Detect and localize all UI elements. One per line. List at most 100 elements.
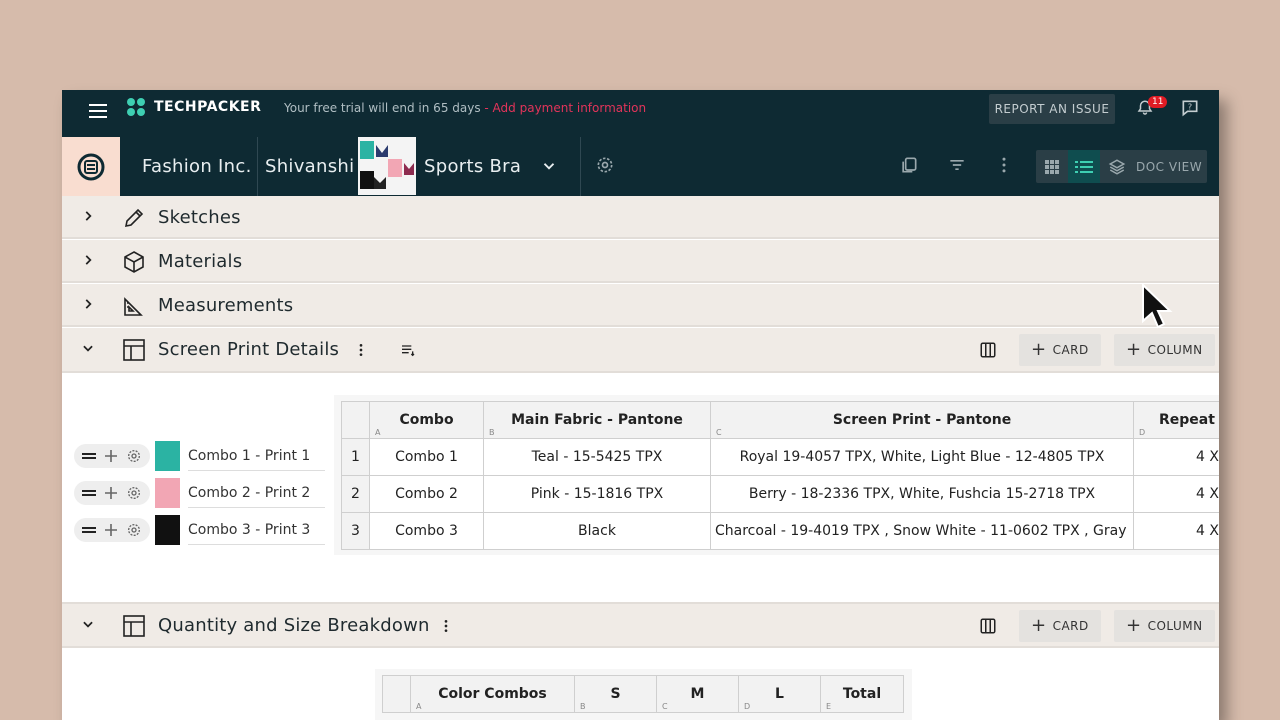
combo-swatch[interactable]	[155, 441, 180, 471]
combo-swatch[interactable]	[155, 478, 180, 508]
column-header[interactable]: Combo A	[369, 401, 484, 439]
table-cell[interactable]: 4 X	[1133, 438, 1219, 476]
add-icon[interactable]	[104, 450, 117, 462]
home-button[interactable]	[62, 137, 120, 196]
section-measurements[interactable]: Measurements	[62, 284, 1219, 327]
combo-label[interactable]: Combo 2 - Print 2	[188, 478, 325, 508]
corner-cell	[341, 401, 370, 439]
add-column-button[interactable]: + COLUMN	[1114, 610, 1215, 642]
quantity-grid-container: Color Combos A SB MC LD Total E	[375, 669, 912, 720]
layers-icon	[1108, 158, 1126, 175]
plus-icon: +	[1126, 615, 1142, 636]
app-window: TECHPACKER Your free trial will end in 6…	[62, 90, 1219, 720]
combo-tools	[74, 481, 150, 505]
copy-icon[interactable]	[899, 155, 919, 175]
grid-icon	[1045, 159, 1059, 174]
more-options-icon[interactable]	[438, 618, 454, 634]
gear-icon[interactable]	[126, 448, 142, 464]
columns-icon[interactable]	[979, 341, 997, 359]
combo-list-item[interactable]: Combo 2 - Print 2	[74, 478, 325, 508]
row-number[interactable]: 2	[341, 475, 370, 513]
chevron-down-icon[interactable]	[81, 341, 95, 355]
grid-view-button[interactable]	[1036, 150, 1068, 183]
combo-list-item[interactable]: Combo 1 - Print 1	[74, 441, 325, 471]
breadcrumb-bar: Fashion Inc. Shivanshi Sports Bra DOC VI…	[62, 137, 1219, 196]
section-materials[interactable]: Materials	[62, 240, 1219, 283]
table-cell[interactable]: Teal - 15-5425 TPX	[483, 438, 711, 476]
combo-list-item[interactable]: Combo 3 - Print 3	[74, 515, 325, 545]
breadcrumb-user[interactable]: Shivanshi	[265, 137, 354, 196]
row-number[interactable]: 1	[341, 438, 370, 476]
column-header-label: Repeat T	[1159, 412, 1219, 428]
column-header[interactable]: Main Fabric - Pantone B	[483, 401, 711, 439]
chevron-right-icon[interactable]	[81, 253, 95, 267]
combo-label[interactable]: Combo 3 - Print 3	[188, 515, 325, 545]
product-thumbnail[interactable]	[358, 137, 416, 195]
filter-icon[interactable]	[947, 155, 967, 175]
chevron-right-icon[interactable]	[81, 209, 95, 223]
breadcrumb-company[interactable]: Fashion Inc.	[142, 137, 252, 196]
table-cell[interactable]: Royal 19-4057 TPX, White, Light Blue - 1…	[710, 438, 1134, 476]
table-cell[interactable]: 4 X	[1133, 475, 1219, 513]
column-header[interactable]: MC	[656, 675, 739, 713]
column-header[interactable]: LD	[738, 675, 821, 713]
drag-handle-icon[interactable]	[82, 525, 97, 535]
more-options-icon[interactable]	[353, 342, 369, 358]
settings-gear-icon[interactable]	[595, 155, 615, 175]
column-header[interactable]: Total E	[820, 675, 904, 713]
add-column-button[interactable]: + COLUMN	[1114, 334, 1215, 366]
table-cell[interactable]: Combo 3	[369, 512, 484, 550]
add-column-label: COLUMN	[1147, 619, 1203, 633]
more-options-icon[interactable]	[994, 155, 1014, 175]
columns-icon[interactable]	[979, 617, 997, 635]
doc-view-button[interactable]: DOC VIEW	[1136, 150, 1202, 183]
chevron-right-icon[interactable]	[81, 297, 95, 311]
reorder-list-icon[interactable]	[400, 342, 416, 358]
list-view-button[interactable]	[1068, 150, 1100, 183]
add-payment-link[interactable]: - Add payment information	[481, 101, 646, 115]
chevron-down-icon[interactable]	[81, 617, 95, 631]
screen-print-grid-container: Combo A Main Fabric - Pantone B Screen Pri…	[334, 395, 1219, 555]
section-screen-print[interactable]: Screen Print Details + CARD + COLUMN	[62, 328, 1219, 373]
breadcrumb-divider	[580, 137, 581, 196]
report-issue-button[interactable]: REPORT AN ISSUE	[989, 94, 1115, 124]
combo-label[interactable]: Combo 1 - Print 1	[188, 441, 325, 471]
techpacker-logo[interactable]: TECHPACKER	[154, 99, 261, 115]
screen-print-panel: Combo 1 - Print 1 Combo 2 - Print 2 Comb…	[62, 373, 1219, 602]
combo-swatch[interactable]	[155, 515, 180, 545]
column-letter: E	[826, 702, 832, 711]
column-letter: B	[489, 428, 495, 437]
table-cell[interactable]: Combo 2	[369, 475, 484, 513]
breadcrumb-product[interactable]: Sports Bra	[424, 137, 521, 196]
add-icon[interactable]	[104, 524, 117, 536]
table-icon	[123, 615, 145, 637]
gear-icon[interactable]	[126, 522, 142, 538]
add-card-button[interactable]: + CARD	[1019, 610, 1101, 642]
table-row: 3 Combo 3 Black Charcoal - 19-4019 TPX ,…	[341, 512, 1219, 550]
drag-handle-icon[interactable]	[82, 488, 97, 498]
column-header[interactable]: Repeat T D	[1133, 401, 1219, 439]
section-quantity[interactable]: Quantity and Size Breakdown + CARD + COLUM…	[62, 602, 1219, 648]
table-cell[interactable]: Combo 1	[369, 438, 484, 476]
table-cell[interactable]: 4 X	[1133, 512, 1219, 550]
column-header-label: Color Combos	[438, 686, 547, 702]
row-number[interactable]: 3	[341, 512, 370, 550]
layers-view-button[interactable]	[1102, 150, 1132, 183]
gear-icon[interactable]	[126, 485, 142, 501]
table-cell[interactable]: Berry - 18-2336 TPX, White, Fushcia 15-2…	[710, 475, 1134, 513]
column-header[interactable]: SB	[574, 675, 657, 713]
table-cell[interactable]: Charcoal - 19-4019 TPX , Snow White - 11…	[710, 512, 1134, 550]
add-icon[interactable]	[104, 487, 117, 499]
section-sketches[interactable]: Sketches	[62, 196, 1219, 239]
plus-icon: +	[1031, 615, 1047, 636]
help-icon[interactable]: ?	[1180, 98, 1200, 118]
table-cell[interactable]: Black	[483, 512, 711, 550]
column-header[interactable]: Screen Print - Pantone C	[710, 401, 1134, 439]
chevron-down-icon[interactable]	[540, 157, 558, 175]
menu-icon[interactable]	[89, 100, 111, 122]
column-letter: A	[375, 428, 381, 437]
column-header[interactable]: Color Combos A	[410, 675, 575, 713]
table-cell[interactable]: Pink - 15-1816 TPX	[483, 475, 711, 513]
drag-handle-icon[interactable]	[82, 451, 97, 461]
add-card-button[interactable]: + CARD	[1019, 334, 1101, 366]
